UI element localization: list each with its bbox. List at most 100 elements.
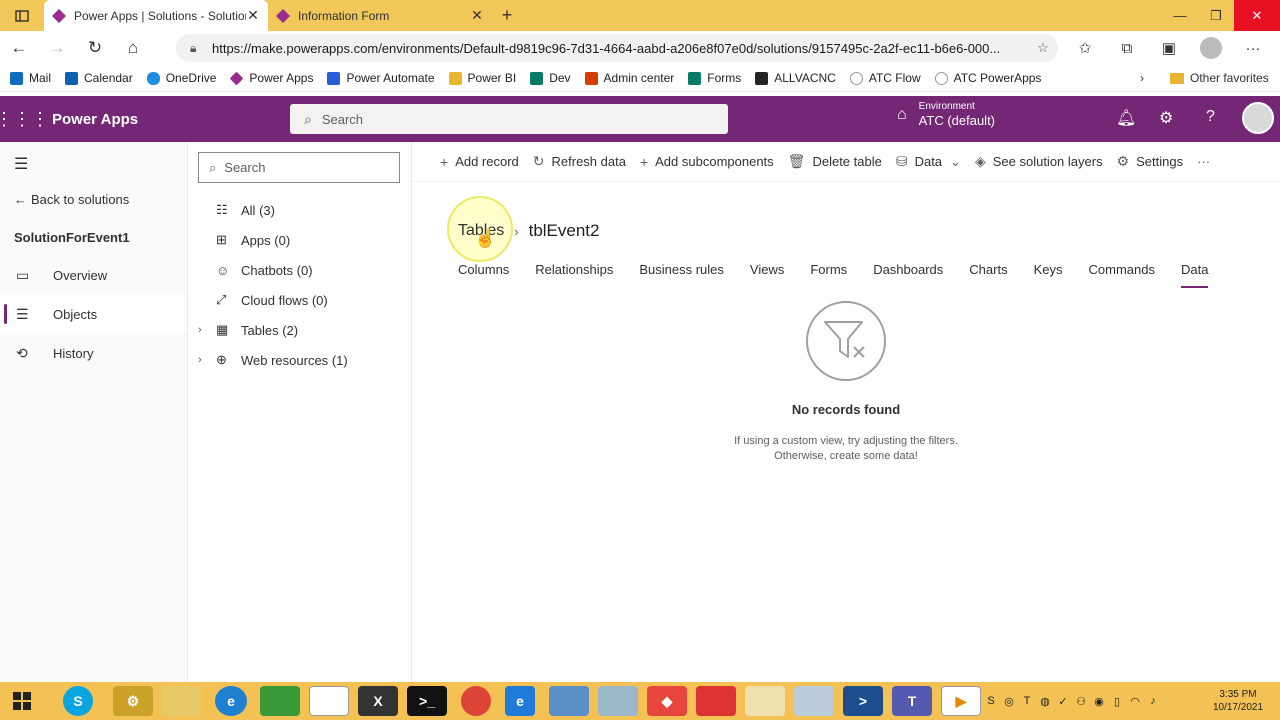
favorites-icon[interactable]: ✩ — [1064, 39, 1106, 57]
bookmark-forms[interactable]: Forms — [688, 71, 741, 85]
add-subcomponents-button[interactable]: + Add subcomponents — [640, 154, 774, 170]
browser-tab-solutions[interactable]: Power Apps | Solutions - Solution ✕ — [44, 0, 268, 31]
tab-relationships[interactable]: Relationships — [535, 262, 613, 286]
hamburger-menu-icon[interactable]: ☰ — [14, 154, 28, 174]
app-icon-green[interactable] — [260, 686, 300, 716]
wifi-icon[interactable]: ◠ — [1126, 695, 1144, 708]
add-favorite-icon[interactable]: ☆ — [1028, 40, 1058, 56]
bookmark-calendar[interactable]: Calendar — [65, 71, 133, 85]
nav-item-objects[interactable]: ☰ Objects — [0, 295, 187, 333]
teams-icon[interactable]: T — [892, 686, 932, 716]
edge-icon[interactable]: e — [215, 686, 247, 716]
paint-icon[interactable] — [745, 686, 785, 716]
new-tab-button[interactable]: + — [492, 0, 522, 31]
windows-start-icon[interactable] — [0, 686, 44, 716]
bookmark-onedrive[interactable]: OneDrive — [146, 71, 216, 85]
tree-item-web-resources[interactable]: › ⊕ Web resources (1) — [198, 349, 348, 371]
refresh-icon[interactable]: ↻ — [76, 31, 114, 65]
bookmark-mail[interactable]: Mail — [10, 71, 51, 85]
tab-business-rules[interactable]: Business rules — [639, 262, 724, 286]
tab-keys[interactable]: Keys — [1034, 262, 1063, 286]
tree-item-tables[interactable]: › ▦ Tables (2) — [198, 319, 298, 341]
close-window-icon[interactable]: ✕ — [1234, 0, 1280, 31]
chevron-right-icon[interactable]: › — [1140, 71, 1144, 85]
tab-commands[interactable]: Commands — [1089, 262, 1155, 286]
url-text[interactable]: https://make.powerapps.com/environments/… — [212, 41, 1028, 56]
notifications-icon[interactable]: 🔔︎ — [1116, 108, 1136, 128]
taskbar-clock[interactable]: 3:35 PM 10/17/2021 — [1208, 688, 1268, 714]
profile-avatar[interactable] — [1200, 37, 1222, 59]
internet-explorer-icon[interactable]: e — [505, 686, 535, 716]
nav-item-history[interactable]: ⟲ History — [0, 334, 187, 372]
bookmark-admin-center[interactable]: Admin center — [584, 71, 674, 85]
home-icon[interactable]: ⌂ — [114, 31, 152, 65]
bookmark-power-automate[interactable]: Power Automate — [327, 71, 435, 85]
bookmark-other-favorites[interactable]: Other favorites — [1170, 71, 1269, 85]
media-icon[interactable] — [794, 686, 834, 716]
bookmark-atc-powerapps[interactable]: ATC PowerApps — [934, 71, 1041, 85]
tray-teams-icon[interactable]: T — [1018, 695, 1036, 707]
chrome-icon[interactable] — [461, 686, 491, 716]
address-bar[interactable]: 🔒︎ https://make.powerapps.com/environmen… — [176, 34, 1058, 62]
tray-app-icon[interactable]: ◍ — [1036, 695, 1054, 708]
close-tab-icon[interactable]: ✕ — [470, 7, 484, 24]
chevron-right-icon[interactable]: › — [198, 324, 216, 336]
bookmark-power-apps[interactable]: Power Apps — [230, 71, 313, 85]
tree-item-apps[interactable]: ⊞ Apps (0) — [198, 229, 290, 251]
environment-picker[interactable]: ⌂ Environment ATC (default) — [897, 100, 995, 129]
tray-network-icon[interactable]: ◉ — [1090, 695, 1108, 708]
chevron-right-icon[interactable]: › — [198, 354, 216, 366]
tray-app-icon[interactable]: ⚇ — [1072, 695, 1090, 708]
lock-icon[interactable]: 🔒︎ — [190, 41, 212, 56]
app-icon[interactable]: ⚙ — [113, 686, 153, 716]
user-avatar[interactable] — [1242, 102, 1274, 134]
tree-item-cloud-flows[interactable]: ⤢ Cloud flows (0) — [198, 289, 328, 311]
tab-forms[interactable]: Forms — [810, 262, 847, 286]
nav-item-overview[interactable]: ▭ Overview — [0, 256, 187, 294]
app-name[interactable]: Power Apps — [52, 111, 138, 128]
delete-table-button[interactable]: 🗑︎ Delete table — [788, 153, 882, 170]
app-red-icon[interactable] — [696, 686, 736, 716]
app-launcher-icon[interactable]: ⋮⋮⋮ — [0, 96, 49, 142]
app-window-icon[interactable] — [549, 686, 589, 716]
close-tab-icon[interactable]: ✕ — [246, 7, 260, 24]
tab-columns[interactable]: Columns — [458, 262, 509, 286]
battery-icon[interactable]: ▯ — [1108, 695, 1126, 708]
powershell-icon[interactable]: > — [843, 686, 883, 716]
terminal-icon[interactable]: >_ — [407, 686, 447, 716]
volume-icon[interactable]: ♪ — [1144, 695, 1162, 707]
browser-tab-information-form[interactable]: Information Form ✕ — [268, 0, 492, 31]
tray-app-icon[interactable]: ◎ — [1000, 695, 1018, 708]
file-explorer-icon[interactable] — [162, 686, 202, 716]
data-menu-button[interactable]: ⛁ Data ⌄ — [896, 153, 961, 170]
tab-data[interactable]: Data — [1180, 262, 1209, 288]
tree-item-all[interactable]: ☷ All (3) — [198, 199, 275, 221]
minimize-icon[interactable]: — — [1162, 0, 1198, 31]
bookmark-atc-flow[interactable]: ATC Flow — [849, 71, 921, 85]
forward-icon[interactable]: → — [38, 31, 76, 65]
notes-icon[interactable] — [598, 686, 638, 716]
bookmark-allvacnc[interactable]: ALLVACNC — [755, 71, 836, 85]
anydesk-icon[interactable]: ◆ — [647, 686, 687, 716]
header-search-input[interactable]: ⌕ Search — [290, 104, 728, 134]
skype-icon[interactable]: S — [63, 686, 93, 716]
collections-icon[interactable]: ⧉ — [1106, 40, 1148, 57]
settings-button[interactable]: ⚙ Settings — [1117, 153, 1184, 170]
tray-check-icon[interactable]: ✓ — [1054, 695, 1072, 708]
more-menu-icon[interactable]: ··· — [1232, 40, 1274, 57]
tray-app-icon[interactable]: S — [982, 695, 1000, 707]
tab-actions-icon[interactable] — [0, 0, 44, 31]
tab-charts[interactable]: Charts — [969, 262, 1007, 286]
spreadsheet-icon[interactable] — [309, 686, 349, 716]
add-record-button[interactable]: + Add record — [440, 154, 519, 170]
tree-item-chatbots[interactable]: ☺ Chatbots (0) — [198, 259, 313, 281]
back-to-solutions-link[interactable]: ← Back to solutions — [14, 192, 129, 207]
media-player-icon[interactable]: ▶ — [941, 686, 981, 716]
bookmark-dev[interactable]: Dev — [530, 71, 571, 85]
tab-views[interactable]: Views — [750, 262, 784, 286]
object-search-input[interactable]: ⌕ Search — [198, 152, 400, 183]
settings-gear-icon[interactable]: ⚙ — [1159, 108, 1173, 128]
restore-icon[interactable]: ❐ — [1198, 0, 1234, 31]
refresh-data-button[interactable]: ↻ Refresh data — [533, 153, 626, 170]
x-app-icon[interactable]: X — [358, 686, 398, 716]
